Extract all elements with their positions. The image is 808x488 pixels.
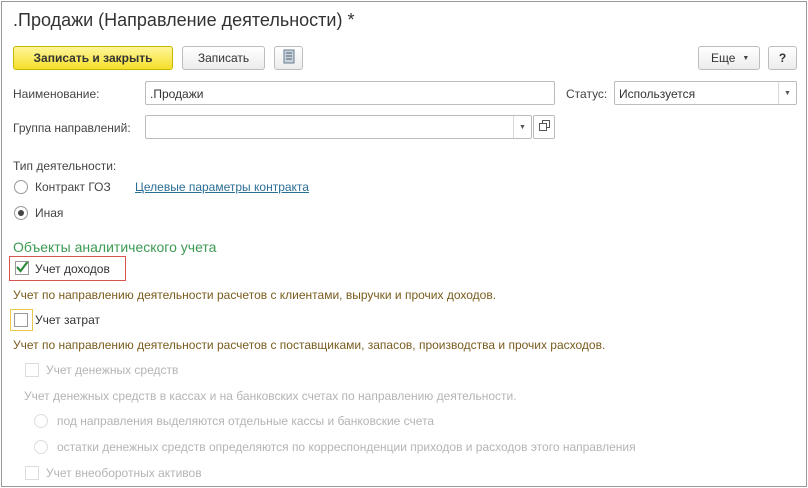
form-window: .Продажи (Направление деятельности) * За… <box>1 1 807 487</box>
income-hint: Учет по направлению деятельности расчето… <box>13 288 497 302</box>
open-group-button[interactable] <box>533 115 555 139</box>
section-title: Объекты аналитического учета <box>13 239 217 255</box>
name-label: Наименование: <box>13 87 100 101</box>
caret-down-icon: ▼ <box>742 54 750 62</box>
open-window-icon <box>538 120 550 134</box>
group-label: Группа направлений: <box>13 121 131 135</box>
activity-type-label: Тип деятельности: <box>13 159 117 173</box>
report-button[interactable] <box>274 46 303 70</box>
assets-label[interactable]: Учет внеоборотных активов <box>46 466 202 480</box>
cash-checkbox[interactable] <box>25 363 39 377</box>
contract-parameters-link[interactable]: Целевые параметры контракта <box>135 180 309 194</box>
radio-separate-accounts[interactable] <box>34 414 48 428</box>
status-select[interactable]: Используется ▼ <box>614 81 797 105</box>
costs-hint: Учет по направлению деятельности расчето… <box>13 338 606 352</box>
cash-label[interactable]: Учет денежных средств <box>46 363 178 377</box>
name-field[interactable]: .Продажи <box>145 81 555 105</box>
help-button[interactable]: ? <box>768 46 797 70</box>
radio-contract-goz-label[interactable]: Контракт ГОЗ <box>35 180 111 194</box>
more-label: Еще <box>711 51 736 65</box>
radio-contract-goz[interactable] <box>14 180 28 194</box>
radio-correspondence[interactable] <box>34 440 48 454</box>
page-title: .Продажи (Направление деятельности) * <box>13 10 355 30</box>
dropdown-arrow-icon[interactable]: ▼ <box>513 116 531 138</box>
costs-checkbox[interactable] <box>14 313 28 327</box>
group-field[interactable]: ▼ <box>145 115 532 139</box>
document-icon <box>283 49 295 67</box>
radio-separate-accounts-label[interactable]: под направления выделяются отдельные кас… <box>57 414 434 428</box>
income-checkbox[interactable] <box>15 261 29 275</box>
save-button[interactable]: Записать <box>182 46 265 70</box>
save-and-close-button[interactable]: Записать и закрыть <box>13 46 173 70</box>
radio-other[interactable] <box>14 206 28 220</box>
costs-label[interactable]: Учет затрат <box>35 313 100 327</box>
income-label[interactable]: Учет доходов <box>35 262 110 276</box>
radio-correspondence-label[interactable]: остатки денежных средств определяются по… <box>57 440 636 454</box>
name-value: .Продажи <box>150 87 204 101</box>
status-label: Статус: <box>566 87 608 101</box>
dropdown-arrow-icon[interactable]: ▼ <box>778 82 796 104</box>
assets-checkbox[interactable] <box>25 466 39 480</box>
cash-hint: Учет денежных средств в кассах и на банк… <box>24 389 517 403</box>
status-value: Используется <box>619 87 696 101</box>
more-menu-button[interactable]: Еще ▼ <box>698 46 760 70</box>
radio-other-label[interactable]: Иная <box>35 206 63 220</box>
